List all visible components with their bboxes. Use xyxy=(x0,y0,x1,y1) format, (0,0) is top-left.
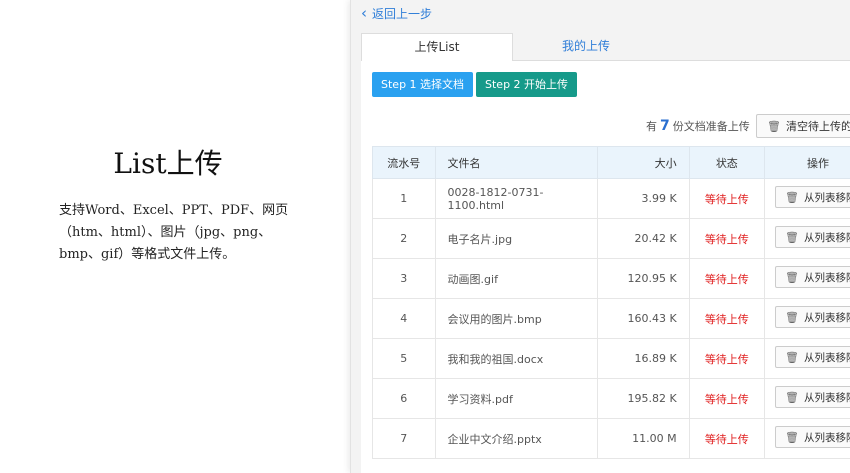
remove-from-list-button[interactable]: 🗑 从列表移除 xyxy=(774,226,850,248)
remove-from-list-button[interactable]: 🗑 从列表移除 xyxy=(774,306,850,328)
trash-icon: 🗑 xyxy=(784,391,799,404)
remove-from-list-button[interactable]: 🗑 从列表移除 xyxy=(774,346,850,368)
start-upload-button[interactable]: Step 2 开始上传 xyxy=(476,72,578,97)
cell-filename: 我和我的祖国.docx xyxy=(434,338,599,379)
trash-icon: 🗑 xyxy=(784,431,799,444)
cell-no: 1 xyxy=(372,178,436,219)
upload-panel: ‹ 返回上一步 上传List 我的上传 Step 1 选择文档 Step 2 开… xyxy=(350,0,850,473)
intro-section: List上传 支持Word、Excel、PPT、PDF、网页（htm、html）… xyxy=(0,0,350,473)
remove-label: 从列表移除 xyxy=(803,352,850,364)
remove-from-list-button[interactable]: 🗑 从列表移除 xyxy=(774,426,850,448)
remove-from-list-button[interactable]: 🗑 从列表移除 xyxy=(774,386,850,408)
cell-size: 160.43 K xyxy=(597,298,690,339)
cell-size: 195.82 K xyxy=(597,378,690,419)
table-row: 7企业中文介绍.pptx11.00 M等待上传 🗑 从列表移除 xyxy=(372,418,850,459)
remove-label: 从列表移除 xyxy=(803,192,850,204)
clear-list-button[interactable]: 🗑 清空待上传的List xyxy=(756,114,850,138)
cell-status: 等待上传 xyxy=(688,378,765,419)
upload-count-info: 有 7 份文档准备上传 xyxy=(646,118,750,134)
trash-icon: 🗑 xyxy=(784,191,799,204)
remove-from-list-button[interactable]: 🗑 从列表移除 xyxy=(774,186,850,208)
cell-size: 3.99 K xyxy=(597,178,690,219)
cell-no: 3 xyxy=(372,258,436,299)
remove-label: 从列表移除 xyxy=(803,232,850,244)
chevron-left-icon: ‹ xyxy=(361,3,367,22)
cell-status: 等待上传 xyxy=(688,338,765,379)
table-row: 3动画图.gif120.95 K等待上传 🗑 从列表移除 xyxy=(372,258,850,299)
cell-filename: 动画图.gif xyxy=(434,258,599,299)
trash-icon: 🗑 xyxy=(767,120,781,133)
cell-action: 🗑 从列表移除 xyxy=(763,218,850,259)
back-link[interactable]: ‹ 返回上一步 xyxy=(361,4,432,22)
cell-action: 🗑 从列表移除 xyxy=(763,338,850,379)
cell-size: 11.00 M xyxy=(597,418,690,459)
upload-content: Step 1 选择文档 Step 2 开始上传 有 7 份文档准备上传 🗑 清空待… xyxy=(361,61,850,473)
clear-list-label: 清空待上传的List xyxy=(785,120,850,133)
cell-filename: 学习资料.pdf xyxy=(434,378,599,419)
table-header-row: 流水号 文件名 大小 状态 操作 xyxy=(372,146,850,179)
cell-filename: 企业中文介绍.pptx xyxy=(434,418,599,459)
cell-action: 🗑 从列表移除 xyxy=(763,178,850,219)
cell-status: 等待上传 xyxy=(688,418,765,459)
remove-from-list-button[interactable]: 🗑 从列表移除 xyxy=(774,266,850,288)
cell-size: 16.89 K xyxy=(597,338,690,379)
cell-action: 🗑 从列表移除 xyxy=(763,378,850,419)
back-label: 返回上一步 xyxy=(372,6,433,21)
cell-filename: 会议用的图片.bmp xyxy=(434,298,599,339)
cell-no: 4 xyxy=(372,298,436,339)
count-prefix: 有 xyxy=(646,120,657,133)
col-header-no: 流水号 xyxy=(372,146,436,179)
count-suffix: 份文档准备上传 xyxy=(672,120,750,133)
trash-icon: 🗑 xyxy=(784,351,799,364)
tab-bar: 上传List 我的上传 xyxy=(361,33,850,62)
remove-label: 从列表移除 xyxy=(803,432,850,444)
intro-description: 支持Word、Excel、PPT、PDF、网页（htm、html）、图片（jpg… xyxy=(59,203,289,262)
intro-title: List上传 xyxy=(113,147,223,180)
cell-status: 等待上传 xyxy=(688,218,765,259)
col-header-size: 大小 xyxy=(597,146,690,179)
remove-label: 从列表移除 xyxy=(803,312,850,324)
cell-no: 6 xyxy=(372,378,436,419)
table-row: 6学习资料.pdf195.82 K等待上传 🗑 从列表移除 xyxy=(372,378,850,419)
cell-no: 2 xyxy=(372,218,436,259)
cell-status: 等待上传 xyxy=(688,258,765,299)
remove-label: 从列表移除 xyxy=(803,392,850,404)
cell-filename: 0028-1812-0731-1100.html xyxy=(434,178,599,219)
upload-table: 流水号 文件名 大小 状态 操作 1 0028-1812-0731-1100.ht… xyxy=(372,146,850,459)
table-row: 5我和我的祖国.docx16.89 K等待上传 🗑 从列表移除 xyxy=(372,338,850,379)
cell-size: 120.95 K xyxy=(597,258,690,299)
table-row: 1 0028-1812-0731-1100.html 3.99 K 等待上传 🗑 从列表移… xyxy=(372,178,850,219)
remove-label: 从列表移除 xyxy=(803,272,850,284)
cell-size: 20.42 K xyxy=(597,218,690,259)
cell-no: 7 xyxy=(372,418,436,459)
col-header-action: 操作 xyxy=(763,146,850,179)
cell-status: 等待上传 xyxy=(688,178,765,219)
trash-icon: 🗑 xyxy=(784,311,799,324)
cell-no: 5 xyxy=(372,338,436,379)
trash-icon: 🗑 xyxy=(784,231,799,244)
select-files-button[interactable]: Step 1 选择文档 xyxy=(372,72,474,97)
trash-icon: 🗑 xyxy=(784,271,799,284)
table-row: 2电子名片.jpg20.42 K等待上传 🗑 从列表移除 xyxy=(372,218,850,259)
table-row: 4会议用的图片.bmp160.43 K等待上传 🗑 从列表移除 xyxy=(372,298,850,339)
col-header-name: 文件名 xyxy=(434,146,599,179)
cell-status: 等待上传 xyxy=(688,298,765,339)
col-header-status: 状态 xyxy=(688,146,765,179)
cell-action: 🗑 从列表移除 xyxy=(763,298,850,339)
tab-upload-list[interactable]: 上传List xyxy=(361,33,513,62)
cell-action: 🗑 从列表移除 xyxy=(763,258,850,299)
tab-my-uploads[interactable]: 我的上传 xyxy=(511,33,661,60)
upload-count: 7 xyxy=(660,118,670,134)
cell-filename: 电子名片.jpg xyxy=(434,218,599,259)
cell-action: 🗑 从列表移除 xyxy=(763,418,850,459)
